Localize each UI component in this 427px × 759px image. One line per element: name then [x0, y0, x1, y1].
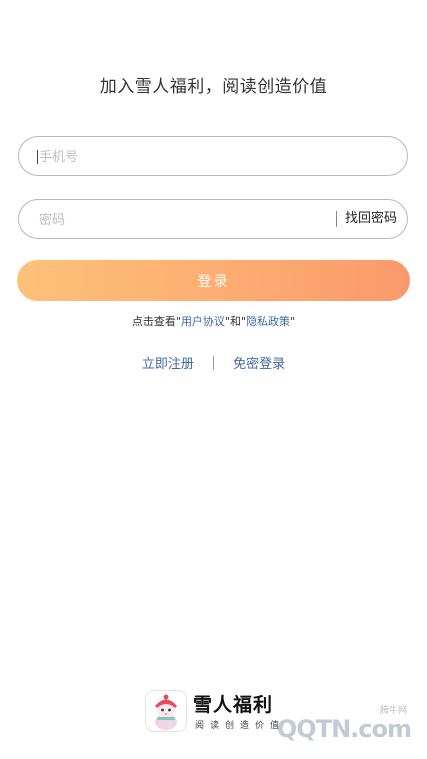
register-link[interactable]: 立即注册: [142, 353, 194, 372]
quote-and: "和": [224, 315, 247, 328]
watermark: 腾牛网 QQTN.com: [271, 703, 421, 753]
agreement-prefix: 点击查看: [131, 315, 176, 328]
phone-field[interactable]: [18, 136, 408, 177]
password-field[interactable]: 找回密码: [18, 199, 408, 240]
watermark-text: QQTN.com: [276, 715, 412, 743]
field-divider: [336, 211, 337, 227]
brand-name: 雪人福利: [193, 694, 274, 716]
quote-close: ": [290, 315, 296, 328]
password-input[interactable]: [37, 200, 341, 240]
sms-login-link[interactable]: 免密登录: [233, 353, 285, 372]
page-title: 加入雪人福利，阅读创造价值: [99, 77, 328, 97]
find-password-link[interactable]: 找回密码: [345, 200, 397, 238]
snowman-logo-icon: [145, 690, 187, 732]
user-agreement-link[interactable]: 用户协议: [181, 315, 225, 328]
alt-actions: 立即注册 免密登录: [0, 353, 427, 372]
privacy-policy-link[interactable]: 隐私政策: [246, 315, 290, 328]
phone-input[interactable]: [37, 137, 341, 177]
agreement-text: 点击查看"用户协议"和"隐私政策": [0, 313, 427, 329]
login-button[interactable]: 登录: [17, 260, 410, 301]
links-divider: [213, 355, 214, 370]
